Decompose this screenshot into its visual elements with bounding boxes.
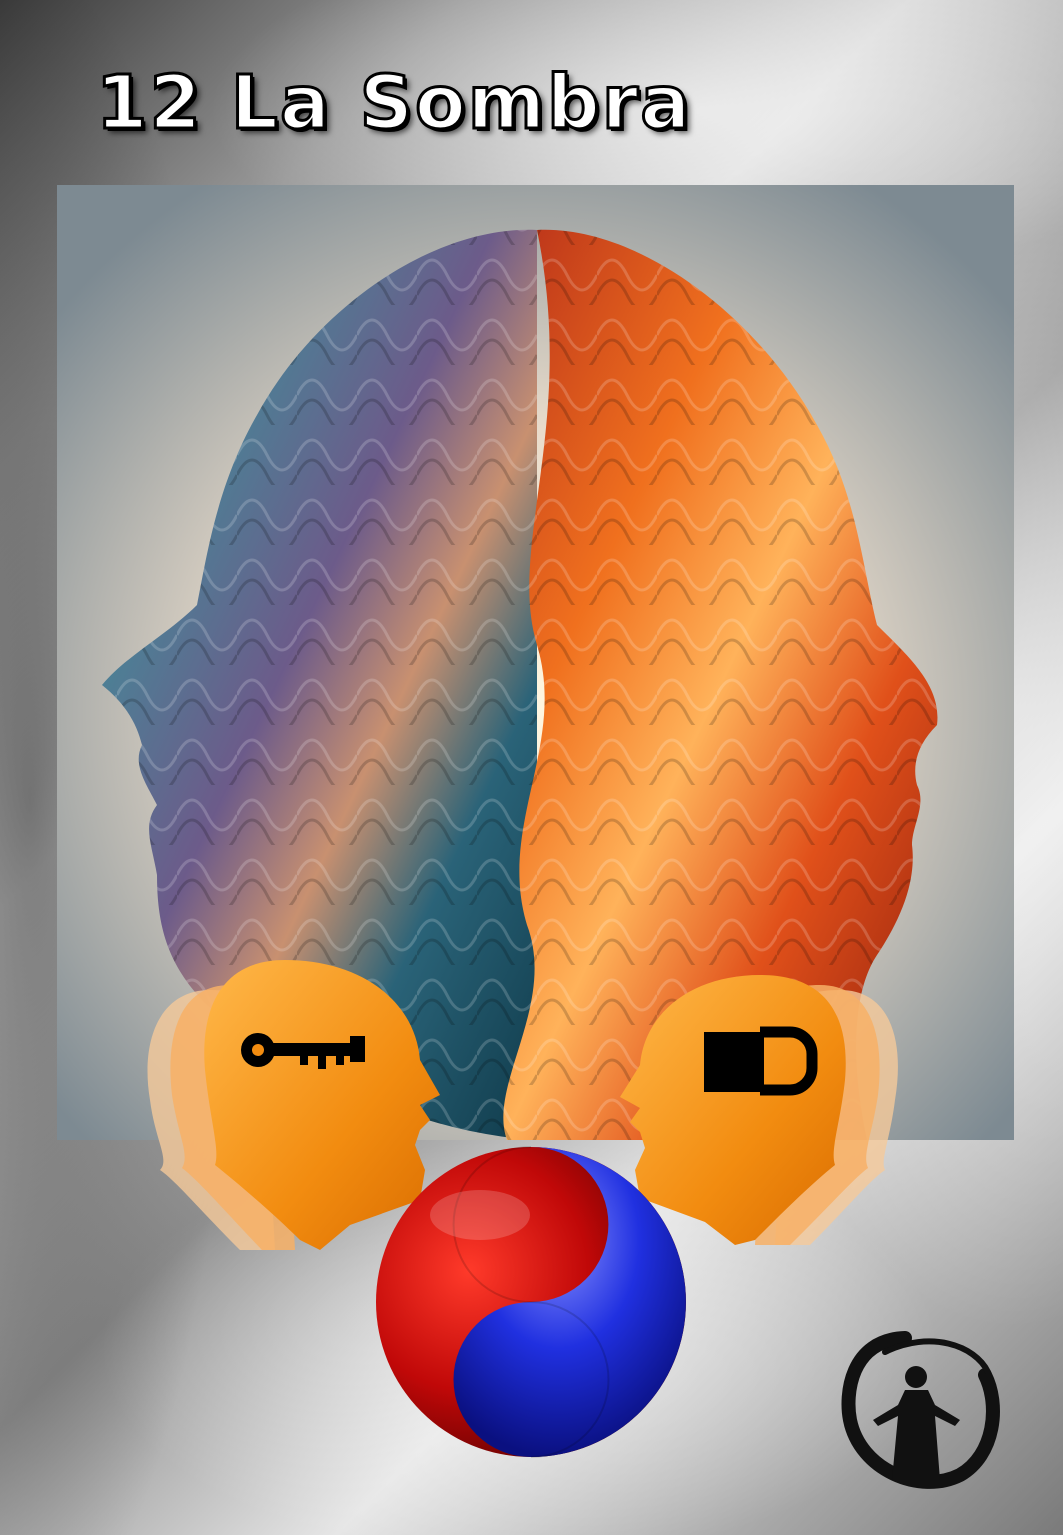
left-head-group [147,960,440,1250]
yin-yang-sphere-icon [376,1146,686,1458]
enso-meditating-figure-icon [841,1331,1000,1489]
right-head-group [620,975,898,1245]
